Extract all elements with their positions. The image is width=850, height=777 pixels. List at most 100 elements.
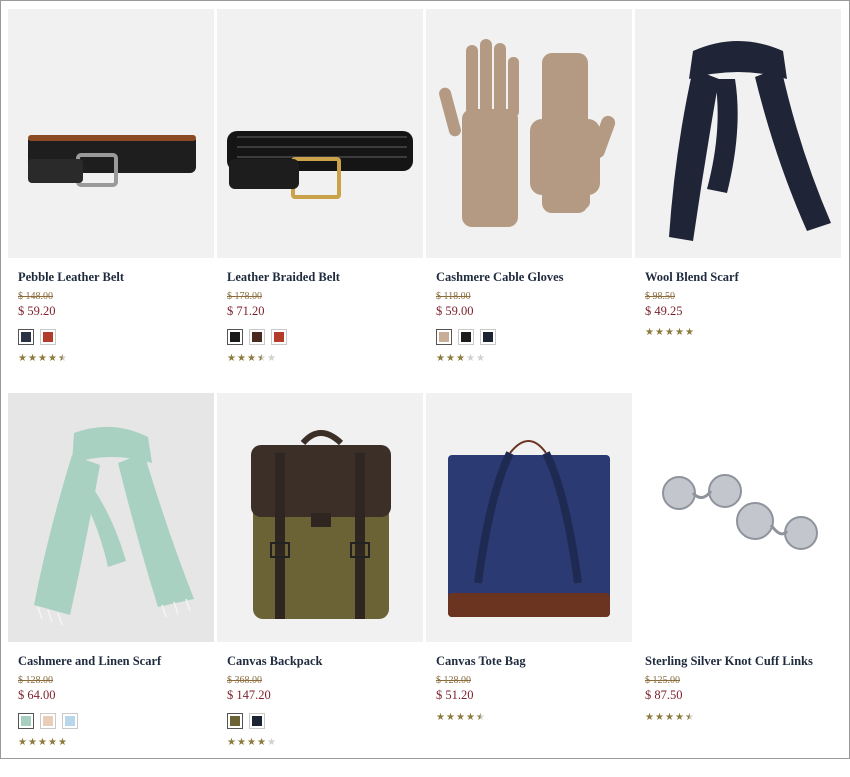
- star-icon: ★: [227, 353, 236, 364]
- product-name[interactable]: Cashmere and Linen Scarf: [18, 654, 214, 668]
- belt-icon: [28, 135, 196, 187]
- color-swatch[interactable]: [18, 713, 34, 729]
- rating-stars: ★ ★ ★ ★ ★: [436, 713, 632, 723]
- star-icon: ★: [645, 327, 654, 338]
- rating-stars: ★ ★ ★ ★ ★: [18, 738, 214, 748]
- color-swatches: [227, 329, 423, 347]
- color-swatch[interactable]: [227, 329, 243, 345]
- scarf-icon: [669, 41, 831, 241]
- tote-bag-icon: [448, 440, 610, 617]
- product-card[interactable]: Sterling Silver Knot Cuff Links $ 125.00…: [635, 393, 841, 777]
- star-icon: ★: [227, 737, 236, 748]
- product-image[interactable]: [426, 9, 632, 258]
- star-icon: ★: [48, 353, 57, 364]
- color-swatch[interactable]: [40, 713, 56, 729]
- product-card[interactable]: Canvas Tote Bag $ 128.00 $ 51.20 ★ ★ ★ ★ ★: [426, 393, 632, 777]
- color-swatch[interactable]: [62, 713, 78, 729]
- star-icon: ★: [48, 737, 57, 748]
- star-icon: ★: [446, 353, 455, 364]
- sale-price: $ 87.50: [645, 688, 683, 702]
- original-price: $ 128.00: [18, 675, 53, 686]
- star-icon: ★: [436, 712, 445, 723]
- original-price: $ 148.00: [18, 291, 53, 302]
- star-icon: ★: [28, 737, 37, 748]
- gloves-icon: [439, 39, 616, 227]
- star-icon: ★: [665, 712, 674, 723]
- color-swatches: [18, 329, 214, 347]
- star-icon: ★: [38, 737, 47, 748]
- star-empty-icon: ★: [267, 353, 276, 364]
- color-swatch[interactable]: [227, 713, 243, 729]
- star-icon: ★: [446, 712, 455, 723]
- original-price: $ 125.00: [645, 675, 680, 686]
- sale-price: $ 59.20: [18, 304, 56, 318]
- star-icon: ★: [456, 353, 465, 364]
- color-swatch[interactable]: [249, 329, 265, 345]
- star-half-icon: ★: [257, 353, 266, 364]
- star-half-icon: ★: [58, 353, 67, 364]
- product-grid: Pebble Leather Belt $ 148.00 $ 59.20 ★ ★ ★…: [8, 9, 841, 777]
- star-icon: ★: [257, 737, 266, 748]
- product-image[interactable]: [217, 393, 423, 642]
- cufflinks-icon: [662, 474, 818, 550]
- star-empty-icon: ★: [476, 353, 485, 364]
- product-image[interactable]: [217, 9, 423, 258]
- rating-stars: ★ ★ ★ ★ ★: [436, 354, 632, 364]
- star-icon: ★: [18, 737, 27, 748]
- original-price: $ 128.00: [436, 675, 471, 686]
- sale-price: $ 59.00: [436, 304, 474, 318]
- original-price: $ 98.50: [645, 291, 675, 302]
- product-name[interactable]: Cashmere Cable Gloves: [436, 270, 632, 284]
- star-icon: ★: [18, 353, 27, 364]
- product-card[interactable]: Canvas Backpack $ 368.00 $ 147.20 ★ ★ ★ ★ ★: [217, 393, 423, 777]
- rating-stars: ★ ★ ★ ★ ★: [227, 738, 423, 748]
- product-name[interactable]: Pebble Leather Belt: [18, 270, 214, 284]
- color-swatch[interactable]: [458, 329, 474, 345]
- product-image[interactable]: [635, 9, 841, 258]
- rating-stars: ★ ★ ★ ★ ★: [227, 354, 423, 364]
- product-image[interactable]: [635, 393, 841, 642]
- product-name[interactable]: Canvas Tote Bag: [436, 654, 632, 668]
- product-image[interactable]: [426, 393, 632, 642]
- rating-stars: ★ ★ ★ ★ ★: [645, 713, 841, 723]
- color-swatch[interactable]: [249, 713, 265, 729]
- star-icon: ★: [28, 353, 37, 364]
- color-swatch[interactable]: [18, 329, 34, 345]
- star-icon: ★: [675, 712, 684, 723]
- star-icon: ★: [685, 327, 694, 338]
- product-name[interactable]: Wool Blend Scarf: [645, 270, 841, 284]
- rating-stars: ★ ★ ★ ★ ★: [18, 354, 214, 364]
- color-swatch[interactable]: [436, 329, 452, 345]
- product-card[interactable]: Leather Braided Belt $ 178.00 $ 71.20 ★ ★…: [217, 9, 423, 393]
- color-swatch[interactable]: [40, 329, 56, 345]
- star-empty-icon: ★: [466, 353, 475, 364]
- color-swatch[interactable]: [271, 329, 287, 345]
- product-image[interactable]: [8, 9, 214, 258]
- backpack-icon: [251, 430, 391, 619]
- star-half-icon: ★: [685, 712, 694, 723]
- product-name[interactable]: Leather Braided Belt: [227, 270, 423, 284]
- sale-price: $ 147.20: [227, 688, 271, 702]
- product-name[interactable]: Canvas Backpack: [227, 654, 423, 668]
- star-icon: ★: [237, 737, 246, 748]
- product-name[interactable]: Sterling Silver Knot Cuff Links: [645, 654, 841, 668]
- star-icon: ★: [436, 353, 445, 364]
- product-card[interactable]: Wool Blend Scarf $ 98.50 $ 49.25 ★ ★ ★ ★ ★: [635, 9, 841, 393]
- star-icon: ★: [456, 712, 465, 723]
- color-swatches: [227, 713, 423, 731]
- color-swatch[interactable]: [480, 329, 496, 345]
- sale-price: $ 51.20: [436, 688, 474, 702]
- star-icon: ★: [665, 327, 674, 338]
- star-icon: ★: [466, 712, 475, 723]
- product-card[interactable]: Pebble Leather Belt $ 148.00 $ 59.20 ★ ★ ★…: [8, 9, 214, 393]
- star-icon: ★: [645, 712, 654, 723]
- star-icon: ★: [247, 353, 256, 364]
- product-image[interactable]: [8, 393, 214, 642]
- color-swatches: [18, 713, 214, 731]
- rating-stars: ★ ★ ★ ★ ★: [645, 328, 841, 338]
- star-icon: ★: [38, 353, 47, 364]
- product-card[interactable]: Cashmere and Linen Scarf $ 128.00 $ 64.0…: [8, 393, 214, 777]
- product-card[interactable]: Cashmere Cable Gloves $ 118.00 $ 59.00 ★…: [426, 9, 632, 393]
- star-half-icon: ★: [476, 712, 485, 723]
- sale-price: $ 49.25: [645, 304, 683, 318]
